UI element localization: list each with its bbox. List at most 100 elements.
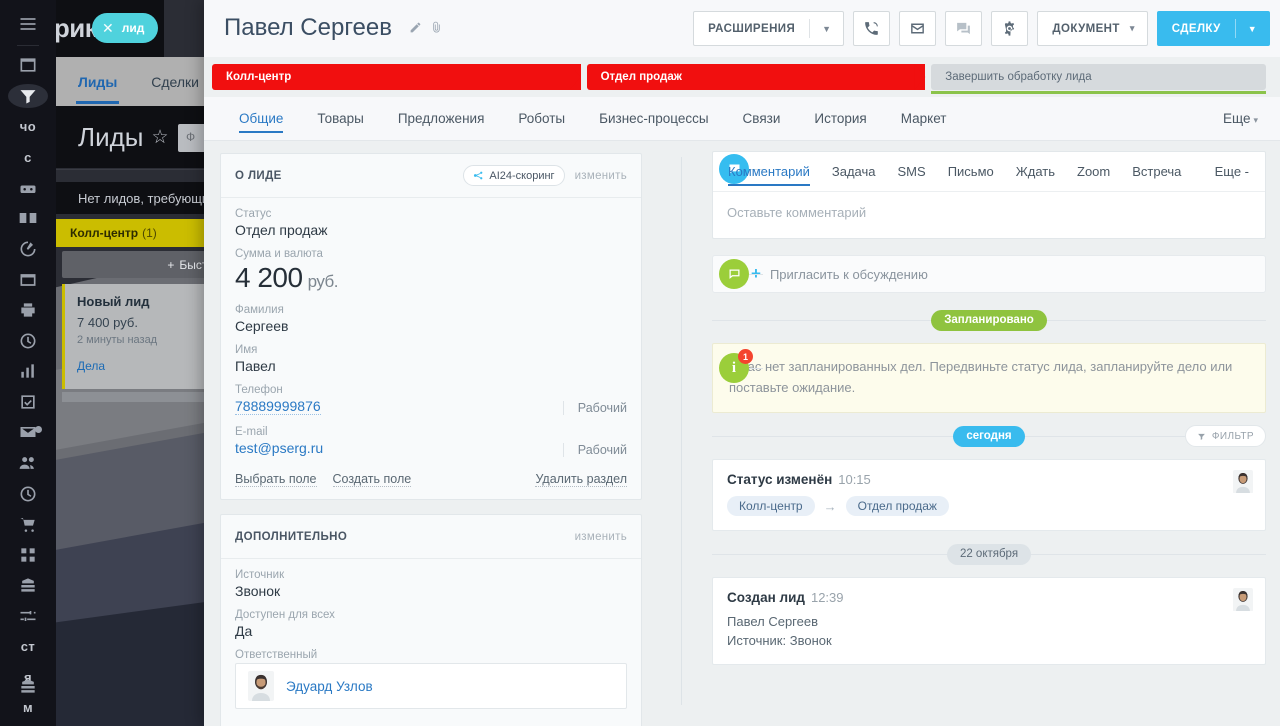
printer-icon[interactable] <box>8 298 48 323</box>
planned-count-badge: 1 <box>738 349 753 364</box>
chat-outline-icon <box>727 267 742 282</box>
field-email-value[interactable]: test@pserg.ru <box>235 440 323 456</box>
editor-tab-comment[interactable]: Комментарий <box>717 152 821 192</box>
activity-editor[interactable]: Комментарий Задача SMS Письмо Ждать Zoom… <box>712 151 1266 239</box>
editor-tab-email[interactable]: Письмо <box>937 152 1005 192</box>
tab-market[interactable]: Маркет <box>884 97 964 141</box>
activity-editor-tabs[interactable]: Комментарий Задача SMS Письмо Ждать Zoom… <box>713 152 1265 192</box>
open-lead-tab[interactable]: ✕ лид <box>92 13 158 43</box>
timeline-connector <box>749 368 763 369</box>
document-button[interactable]: ДОКУМЕНТ ▾ <box>1037 11 1147 46</box>
stage-progress-underline <box>931 91 1266 94</box>
rail-label-st[interactable]: ст <box>8 634 48 659</box>
stage-sales-department[interactable]: Отдел продаж <box>587 64 926 90</box>
stage-finish-processing[interactable]: Завершить обработку лида <box>931 64 1266 90</box>
extra-edit-link[interactable]: изменить <box>575 531 627 543</box>
mail-icon[interactable] <box>8 420 48 445</box>
responsible-user-box[interactable]: Эдуард Узлов <box>235 663 627 709</box>
create-deal-button[interactable]: СДЕЛКУ ▼ <box>1157 11 1270 46</box>
tab-history[interactable]: История <box>797 97 883 141</box>
planned-separator: Запланировано <box>712 307 1266 333</box>
robot-icon[interactable] <box>8 176 48 201</box>
delete-section-link[interactable]: Удалить раздел <box>535 472 627 487</box>
people-icon[interactable] <box>8 451 48 476</box>
editor-more-button[interactable]: Еще - <box>1215 164 1261 179</box>
cart-icon[interactable] <box>8 512 48 537</box>
funnel-icon[interactable] <box>8 84 48 109</box>
apps-icon[interactable] <box>8 542 48 567</box>
ai-scoring-badge[interactable]: AI24-скоринг <box>463 165 564 186</box>
planned-warning-node-icon: i 1 <box>719 353 749 383</box>
panel-header: Павел Сергеев РАСШИРЕНИЯ ▼ <box>204 0 1280 57</box>
browser-icon[interactable] <box>8 267 48 292</box>
event-stage-to: Отдел продаж <box>846 496 949 516</box>
stage-call-center[interactable]: Колл-центр <box>212 64 581 90</box>
lead-detail-panel: Павел Сергеев РАСШИРЕНИЯ ▼ <box>204 0 1280 726</box>
tab-robots[interactable]: Роботы <box>501 97 582 141</box>
attachment-icon <box>430 21 443 34</box>
create-field-link[interactable]: Создать поле <box>333 472 412 487</box>
rail-bottom-group[interactable] <box>0 666 56 712</box>
about-lead-edit-link[interactable]: изменить <box>575 170 627 182</box>
check-square-icon[interactable] <box>8 390 48 415</box>
editor-tab-task[interactable]: Задача <box>821 152 887 192</box>
sliders-icon[interactable] <box>8 604 48 629</box>
book-icon[interactable] <box>8 206 48 231</box>
close-icon[interactable]: ✕ <box>102 20 114 37</box>
invite-to-discussion[interactable]: + Пригласить к обсуждению <box>712 255 1266 293</box>
chevron-down-icon[interactable]: ▼ <box>1236 24 1269 34</box>
info-icon: i <box>732 360 736 377</box>
tabs-more-button[interactable]: Еще▾ <box>1223 111 1262 126</box>
entity-tabs[interactable]: Общие Товары Предложения Роботы Бизнес-п… <box>204 97 1280 141</box>
header-toolbar[interactable]: РАСШИРЕНИЯ ▼ ДОКУМЕНТ ▾ <box>693 11 1270 46</box>
gear-icon <box>1001 20 1018 37</box>
extra-card-header-actions[interactable]: изменить <box>575 531 627 543</box>
field-source-label: Источник <box>235 569 627 581</box>
menu-icon[interactable] <box>8 12 48 37</box>
call-button[interactable] <box>853 11 890 46</box>
date-chip: 22 октября <box>947 544 1031 565</box>
cashbox-icon[interactable] <box>8 573 48 598</box>
planned-chip: Запланировано <box>931 310 1047 331</box>
editor-tab-wait[interactable]: Ждать <box>1005 152 1066 192</box>
clock-icon[interactable] <box>8 328 48 353</box>
tab-quotes[interactable]: Предложения <box>381 97 502 141</box>
rail-label-s[interactable]: с <box>8 145 48 170</box>
filter-button[interactable]: ФИЛЬТР <box>1185 425 1266 447</box>
history-icon[interactable] <box>8 481 48 506</box>
about-lead-header-actions[interactable]: AI24-скоринг изменить <box>463 165 627 186</box>
avatar <box>248 671 274 701</box>
editor-tab-sms[interactable]: SMS <box>887 152 937 192</box>
settings-button[interactable] <box>991 11 1028 46</box>
open-lead-tab-label: лид <box>122 21 145 35</box>
rail-label-cho[interactable]: чо <box>8 114 48 139</box>
responsible-user-name[interactable]: Эдуард Узлов <box>286 679 373 694</box>
extensions-button[interactable]: РАСШИРЕНИЯ ▼ <box>693 11 844 46</box>
chart-icon[interactable] <box>8 359 48 384</box>
about-field-actions[interactable]: Выбрать поле Создать поле Удалить раздел <box>235 468 627 487</box>
editor-tab-meeting[interactable]: Встреча <box>1121 152 1192 192</box>
editor-tab-zoom[interactable]: Zoom <box>1066 152 1121 192</box>
tab-business-processes[interactable]: Бизнес-процессы <box>582 97 725 141</box>
chat-button[interactable] <box>945 11 982 46</box>
left-icon-rail[interactable]: чо с <box>0 0 56 726</box>
event-title-text: Создан лид <box>727 590 805 605</box>
window-icon[interactable] <box>8 53 48 78</box>
store-icon[interactable] <box>8 666 48 706</box>
stage-ribbon[interactable]: Колл-центр Отдел продаж Завершить обрабо… <box>212 57 1272 97</box>
about-lead-card: О ЛИДЕ AI24-скоринг изменить Статус <box>220 153 642 500</box>
tab-relations[interactable]: Связи <box>726 97 798 141</box>
field-phone-value[interactable]: 78889999876 <box>235 398 321 415</box>
title-actions[interactable] <box>405 22 443 38</box>
field-firstname-label: Имя <box>235 344 627 356</box>
select-field-link[interactable]: Выбрать поле <box>235 472 317 487</box>
chevron-down-icon[interactable]: ▼ <box>810 24 843 34</box>
invite-node-icon <box>719 259 749 289</box>
tab-general[interactable]: Общие <box>222 97 300 141</box>
funnel-icon <box>1197 432 1206 441</box>
comment-input[interactable]: Оставьте комментарий <box>713 192 1265 238</box>
tab-products[interactable]: Товары <box>300 97 380 141</box>
target-icon[interactable] <box>8 237 48 262</box>
chevron-down-icon[interactable]: ▾ <box>1130 23 1147 34</box>
email-button[interactable] <box>899 11 936 46</box>
